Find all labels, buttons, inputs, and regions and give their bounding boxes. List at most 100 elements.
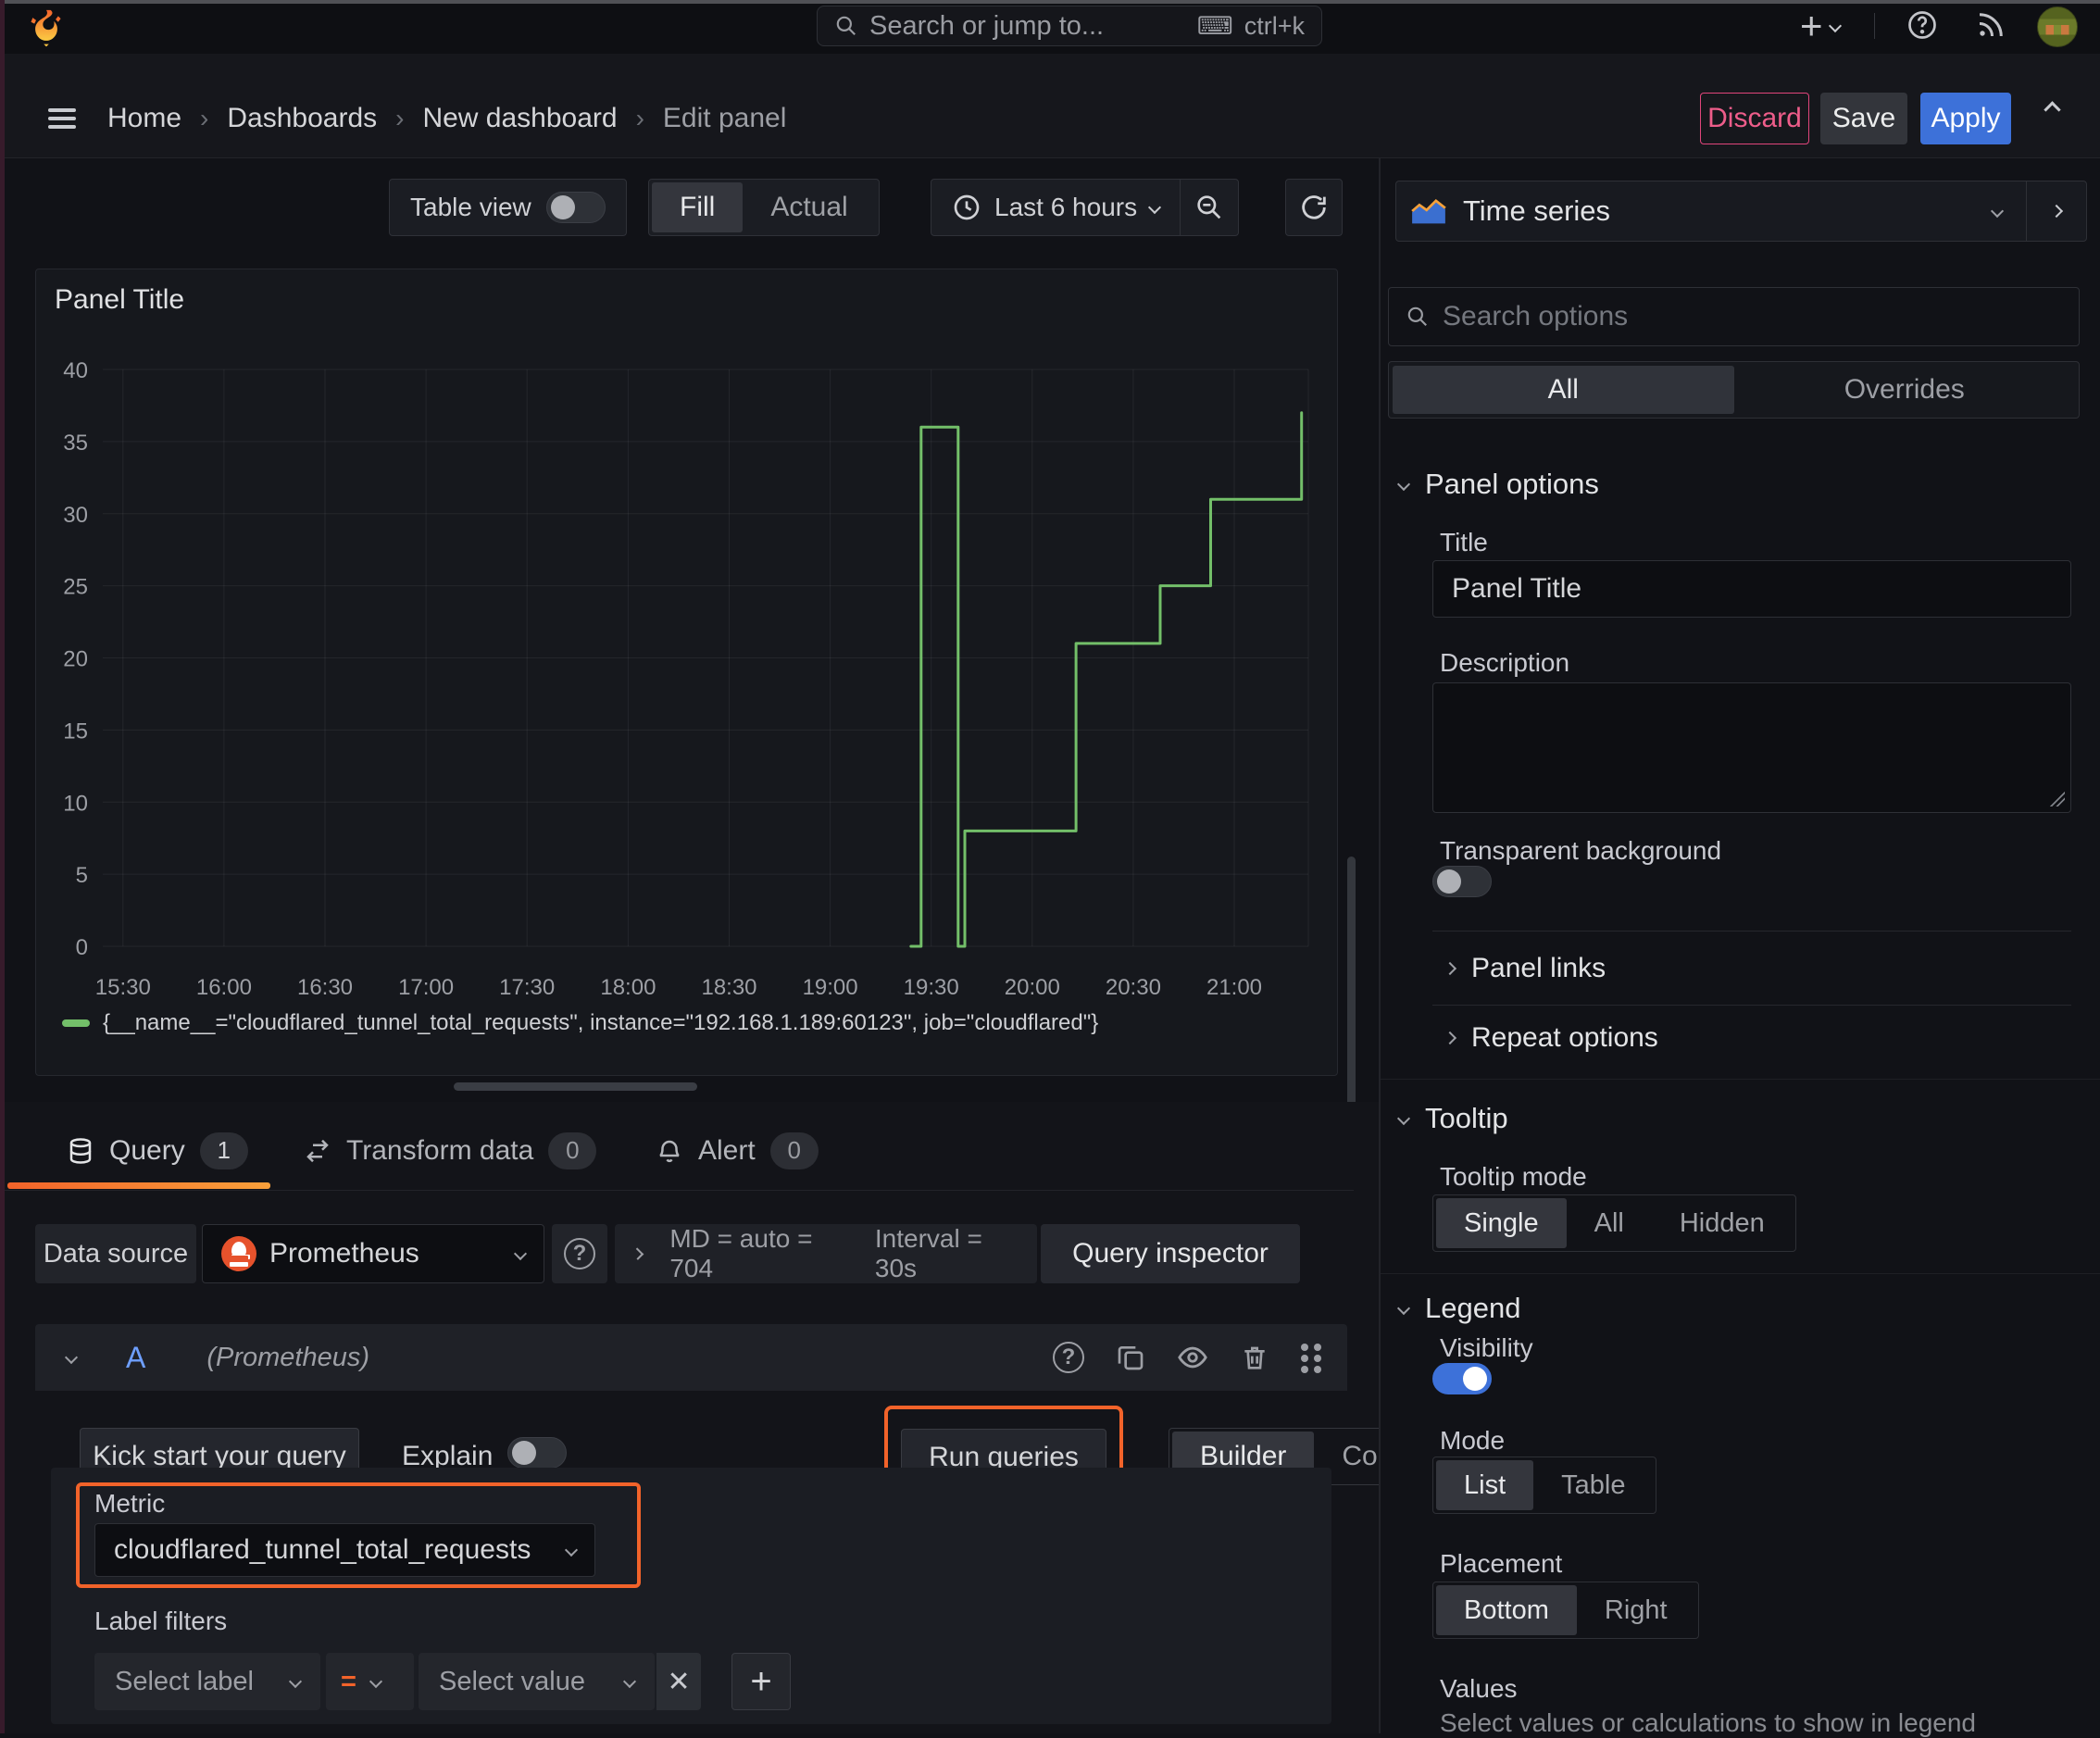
query-row-header[interactable]: A (Prometheus) ?	[35, 1324, 1347, 1391]
select-value-dropdown[interactable]: Select value	[419, 1653, 655, 1710]
tab-query-label: Query	[109, 1134, 185, 1166]
user-avatar[interactable]	[2037, 6, 2078, 47]
query-inspector-button[interactable]: Query inspector	[1041, 1224, 1300, 1283]
options-sidebar: Time series Search options All Overrides…	[1379, 158, 2100, 1737]
datasource-label: Data source	[35, 1224, 196, 1283]
chevron-down-icon	[1396, 477, 1411, 492]
bell-icon	[659, 1140, 680, 1162]
toggle-viz-suggestions-button[interactable]	[2027, 204, 2086, 219]
menu-toggle-button[interactable]	[48, 108, 76, 129]
legend-values-label: Values	[1440, 1674, 1518, 1703]
divider	[1432, 931, 2071, 932]
svg-text:30: 30	[63, 503, 88, 528]
query-help-icon[interactable]: ?	[1053, 1342, 1084, 1373]
save-button[interactable]: Save	[1820, 93, 1907, 144]
transparent-background-toggle[interactable]	[1432, 866, 1492, 897]
datasource-help-button[interactable]: ?	[552, 1224, 607, 1283]
grafana-logo-icon[interactable]	[26, 9, 67, 50]
legend-visibility-toggle[interactable]	[1432, 1363, 1492, 1394]
table-view-toggle[interactable]	[545, 192, 606, 223]
news-feed-button[interactable]	[1974, 8, 2007, 42]
svg-text:16:00: 16:00	[196, 975, 252, 1000]
query-ref-id: A	[126, 1340, 146, 1374]
tab-transform-data[interactable]: Transform data 0	[304, 1111, 597, 1190]
vertical-scrollbar[interactable]	[1347, 856, 1356, 1127]
query-options-summary[interactable]: MD = auto = 704 Interval = 30s	[615, 1224, 1037, 1283]
resize-handle-icon[interactable]	[2050, 792, 2065, 806]
search-placeholder: Search or jump to...	[869, 10, 1105, 41]
panel-description-textarea[interactable]	[1432, 682, 2071, 813]
tooltip-single-option[interactable]: Single	[1436, 1198, 1567, 1248]
chevron-right-icon	[1443, 961, 1457, 976]
legend-mode-table[interactable]: Table	[1533, 1460, 1653, 1510]
operator-value: =	[341, 1666, 356, 1696]
svg-text:19:30: 19:30	[904, 975, 959, 1000]
tab-alert[interactable]: Alert 0	[656, 1111, 819, 1190]
plus-icon: +	[1800, 4, 1823, 47]
select-label-placeholder: Select label	[115, 1666, 254, 1696]
refresh-icon	[1302, 195, 1326, 219]
search-icon	[836, 16, 856, 35]
chevron-right-icon	[1443, 1031, 1457, 1045]
breadcrumb-home[interactable]: Home	[107, 103, 181, 134]
breadcrumb-new-dashboard[interactable]: New dashboard	[422, 103, 617, 134]
refresh-button[interactable]	[1285, 179, 1343, 236]
collapse-query-icon[interactable]	[64, 1350, 79, 1365]
drag-handle-icon[interactable]	[1301, 1344, 1308, 1351]
chevron-down-icon	[369, 1674, 383, 1689]
global-search-input[interactable]: Search or jump to... ⌨ ctrl+k	[817, 6, 1322, 46]
options-search-input[interactable]: Search options	[1388, 287, 2080, 346]
legend-series-label[interactable]: {__name__="cloudflared_tunnel_total_requ…	[103, 1010, 1098, 1036]
panel-links-header[interactable]: Panel links	[1443, 953, 1606, 984]
zoom-out-button[interactable]	[1181, 180, 1238, 235]
help-button[interactable]	[1906, 8, 1939, 42]
duplicate-icon[interactable]	[1116, 1343, 1145, 1372]
datasource-picker[interactable]: Prometheus	[202, 1224, 544, 1283]
tooltip-hidden-option[interactable]: Hidden	[1652, 1198, 1793, 1248]
legend-placement-switch: Bottom Right	[1432, 1582, 1699, 1639]
visualization-picker[interactable]: Time series	[1395, 181, 2087, 242]
options-search-placeholder: Search options	[1443, 301, 1629, 331]
discard-button[interactable]: Discard	[1700, 93, 1809, 144]
remove-filter-button[interactable]: ✕	[656, 1653, 701, 1710]
explain-toggle[interactable]	[507, 1437, 567, 1469]
time-series-chart[interactable]: 0 5 10 15 20 25 30 35 40 15:30 16:00 16:30 17:00 17:3…	[36, 269, 1339, 1077]
collapse-options-button[interactable]	[2044, 101, 2061, 119]
legend-header[interactable]: Legend	[1396, 1292, 1520, 1325]
trash-icon[interactable]	[1240, 1343, 1269, 1372]
metric-section: Metric cloudflared_tunnel_total_requests…	[51, 1468, 1331, 1724]
panel-title-input[interactable]: Panel Title	[1432, 560, 2071, 618]
metric-select[interactable]: cloudflared_tunnel_total_requests	[94, 1523, 595, 1577]
repeat-options-header[interactable]: Repeat options	[1443, 1022, 1658, 1054]
tab-overrides[interactable]: Overrides	[1734, 366, 2076, 414]
legend-placement-bottom[interactable]: Bottom	[1436, 1585, 1577, 1635]
operator-dropdown[interactable]: =	[326, 1653, 414, 1710]
legend-mode-switch: List Table	[1432, 1457, 1657, 1514]
apply-button[interactable]: Apply	[1920, 93, 2011, 144]
legend-mode-list[interactable]: List	[1436, 1460, 1534, 1510]
eye-icon[interactable]	[1177, 1342, 1208, 1373]
select-label-dropdown[interactable]: Select label	[94, 1653, 320, 1710]
time-range-picker[interactable]: Last 6 hours	[931, 180, 1180, 235]
legend-series-swatch[interactable]	[62, 1019, 90, 1027]
topbar-divider	[1874, 13, 1875, 39]
tab-alert-label: Alert	[698, 1134, 756, 1166]
tooltip-header[interactable]: Tooltip	[1396, 1102, 1508, 1135]
tab-query[interactable]: Query 1	[67, 1111, 248, 1190]
breadcrumb-dashboards[interactable]: Dashboards	[227, 103, 377, 134]
add-filter-button[interactable]: +	[731, 1653, 791, 1710]
actual-option[interactable]: Actual	[743, 182, 875, 232]
new-menu-button[interactable]: +	[1800, 4, 1842, 47]
max-data-points: MD = auto = 704	[669, 1224, 813, 1282]
tooltip-all-option[interactable]: All	[1567, 1198, 1652, 1248]
repeat-options-title: Repeat options	[1471, 1022, 1658, 1053]
horizontal-scrollbar[interactable]	[454, 1082, 697, 1091]
svg-text:15: 15	[63, 719, 88, 744]
fill-option[interactable]: Fill	[652, 182, 744, 232]
legend-placement-right[interactable]: Right	[1577, 1585, 1695, 1635]
search-icon	[1407, 306, 1427, 326]
legend-placement-label: Placement	[1440, 1549, 1563, 1578]
query-editor: A (Prometheus) ? Kick start your query E…	[35, 1324, 1441, 1733]
tab-all[interactable]: All	[1393, 366, 1734, 414]
panel-options-header[interactable]: Panel options	[1396, 468, 1599, 501]
